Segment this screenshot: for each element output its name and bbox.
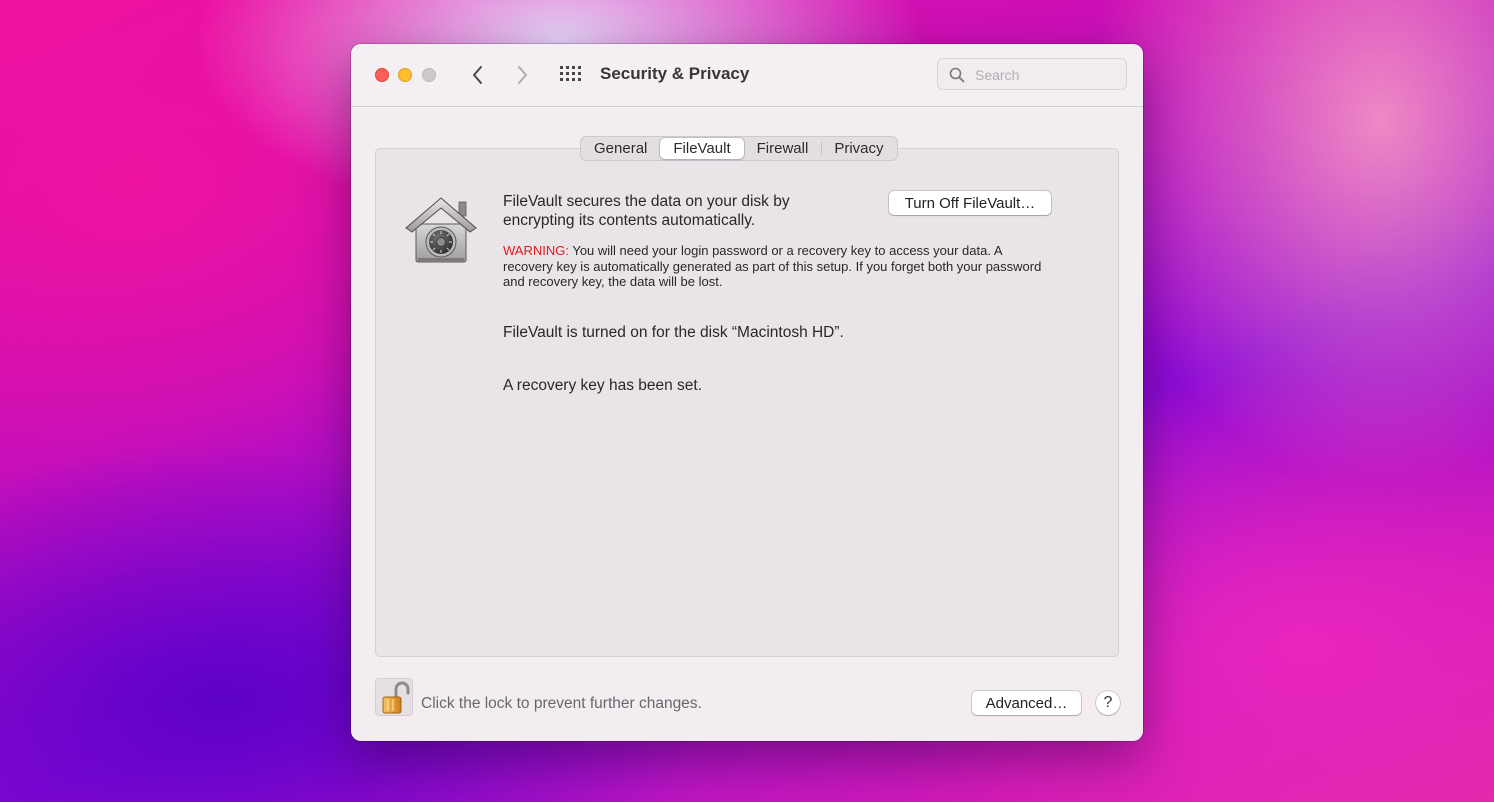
warning-message: WARNING: You will need your login passwo… — [503, 243, 1048, 290]
grid-icon — [560, 66, 581, 81]
tab-bar: General FileVault Firewall Privacy — [580, 136, 898, 161]
tab-general[interactable]: General — [581, 137, 660, 160]
filevault-house-safe-icon — [402, 194, 480, 271]
show-all-button[interactable] — [558, 63, 584, 87]
lock-status-text: Click the lock to prevent further change… — [421, 695, 702, 712]
warning-text: You will need your login password or a r… — [503, 243, 1042, 289]
tab-firewall[interactable]: Firewall — [744, 137, 822, 160]
chevron-right-icon — [518, 66, 527, 84]
lock-button[interactable] — [375, 678, 413, 716]
filevault-disk-status: FileVault is turned on for the disk “Mac… — [503, 324, 844, 341]
close-button[interactable] — [375, 68, 389, 82]
turn-off-filevault-button[interactable]: Turn Off FileVault… — [889, 191, 1051, 215]
minimize-button[interactable] — [398, 68, 412, 82]
recovery-key-status: A recovery key has been set. — [503, 377, 703, 394]
window-title: Security & Privacy — [600, 64, 750, 83]
title-bar: Security & Privacy — [351, 44, 1143, 107]
tab-filevault[interactable]: FileVault — [660, 138, 744, 159]
zoom-button[interactable] — [422, 68, 436, 82]
help-button[interactable]: ? — [1096, 691, 1120, 715]
unlocked-padlock-icon — [382, 681, 410, 714]
search-input[interactable] — [973, 63, 1122, 87]
back-button[interactable] — [465, 61, 491, 89]
tab-privacy[interactable]: Privacy — [821, 137, 896, 160]
forward-button[interactable] — [509, 61, 535, 89]
preferences-window: Security & Privacy General FileVault Fir… — [351, 44, 1143, 741]
filevault-description: FileVault secures the data on your disk … — [503, 193, 790, 229]
search-icon — [949, 67, 965, 83]
warning-label: WARNING: — [503, 243, 569, 258]
advanced-button[interactable]: Advanced… — [972, 691, 1081, 715]
chevron-left-icon — [473, 66, 482, 84]
search-field[interactable] — [937, 58, 1127, 90]
